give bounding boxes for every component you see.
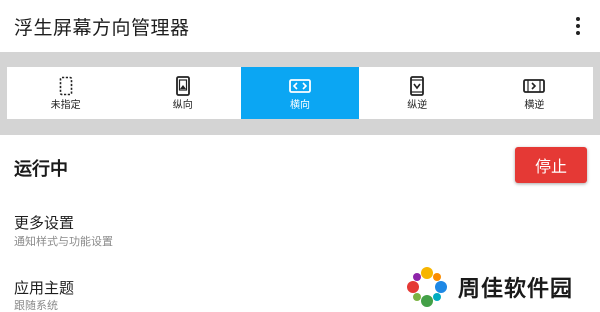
service-status-row: 运行中	[0, 135, 600, 195]
setting-title: 更多设置	[14, 214, 75, 232]
app-title: 浮生屏幕方向管理器	[14, 16, 190, 39]
mode-label: 纵向	[172, 100, 193, 111]
stop-button[interactable]: 停止	[515, 147, 587, 183]
mode-label: 横逆	[524, 100, 545, 111]
setting-subtitle: 跟随系统	[14, 299, 58, 312]
setting-title: 应用主题	[14, 279, 75, 297]
more-vert-icon[interactable]	[566, 12, 590, 40]
mode-label: 横向	[290, 100, 310, 111]
setting-subtitle: 通知样式与功能设置	[14, 235, 113, 248]
settings-item-more[interactable]: 更多设置 通知样式与功能设置	[0, 200, 600, 260]
reverse-portrait-phone-icon	[405, 74, 429, 98]
portrait-phone-icon	[171, 74, 195, 98]
status-label: 运行中	[14, 159, 68, 180]
mode-label: 纵逆	[407, 100, 428, 111]
watermark: 周佳软件园	[404, 262, 600, 312]
watermark-logo-icon	[407, 267, 447, 307]
mode-portrait[interactable]: 纵向	[124, 67, 241, 119]
landscape-phone-icon	[288, 74, 312, 98]
mode-label: 未指定	[50, 100, 81, 111]
reverse-landscape-phone-icon	[522, 74, 546, 98]
mode-reverse-landscape[interactable]: 横逆	[476, 67, 593, 119]
watermark-text: 周佳软件园	[458, 277, 574, 302]
orientation-mode-bar: 未指定 纵向 横向 纵逆 横逆	[7, 67, 593, 119]
mode-unspecified[interactable]: 未指定	[7, 67, 124, 119]
unspecified-phone-icon	[54, 74, 78, 98]
mode-landscape[interactable]: 横向	[241, 67, 359, 119]
mode-reverse-portrait[interactable]: 纵逆	[359, 67, 476, 119]
app-bar: 浮生屏幕方向管理器	[0, 0, 600, 52]
